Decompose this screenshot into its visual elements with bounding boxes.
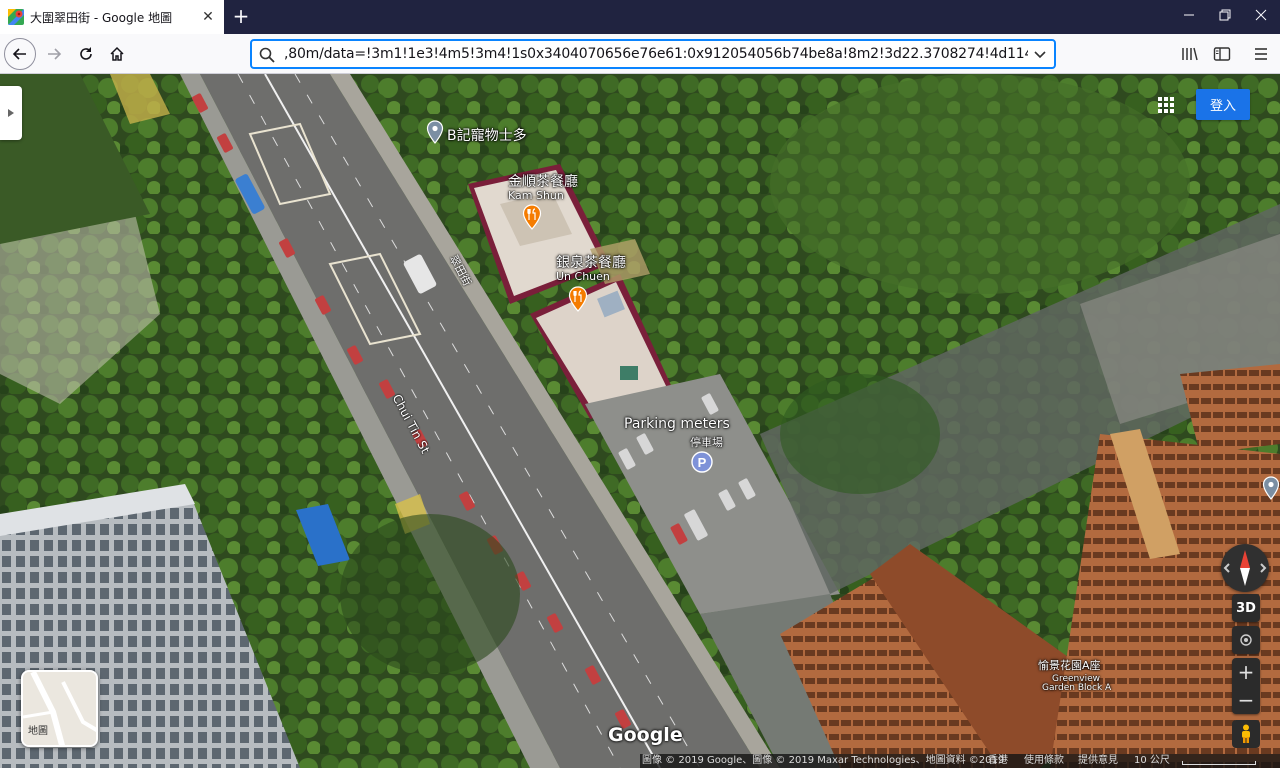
tab-close-icon[interactable]: ✕ xyxy=(200,9,216,25)
poi-label-kam-shun-zh[interactable]: 金順茶餐廳 xyxy=(508,171,578,191)
satellite-map[interactable]: 登入 B記寵物士多 金順茶餐廳 Kam Shun 銀泉茶餐廳 Un Chuen … xyxy=(0,74,1280,768)
zoom-in-button[interactable]: + xyxy=(1232,658,1260,686)
feedback-link[interactable]: 提供意見 xyxy=(1078,754,1118,768)
crosshair-icon xyxy=(1240,634,1252,646)
zoom-out-button[interactable]: − xyxy=(1232,686,1260,714)
forward-button[interactable] xyxy=(38,38,70,70)
reload-button[interactable] xyxy=(70,38,102,70)
restaurant-pin-icon[interactable] xyxy=(568,286,588,312)
close-window-icon[interactable] xyxy=(1238,0,1280,34)
scale-label[interactable]: 10 公尺 xyxy=(1134,754,1170,768)
menu-icon[interactable] xyxy=(1249,42,1273,66)
parking-pin-icon[interactable]: P xyxy=(690,450,714,476)
3d-toggle-button[interactable]: 3D xyxy=(1232,594,1260,622)
apps-grid-icon[interactable] xyxy=(1156,95,1176,115)
restaurant-pin-icon[interactable] xyxy=(522,204,542,230)
poi-label-parking-en[interactable]: Parking meters xyxy=(624,416,730,432)
svg-text:P: P xyxy=(698,455,707,470)
search-icon xyxy=(259,47,275,63)
new-tab-button[interactable]: + xyxy=(230,5,252,27)
map-layer-switcher[interactable]: 地圖 xyxy=(21,670,98,747)
minimap-label: 地圖 xyxy=(28,726,48,737)
sidebar-icon[interactable] xyxy=(1210,42,1234,66)
poi-label-un-chuen-en[interactable]: Un Chuen xyxy=(556,270,610,283)
poi-label-pet-shop[interactable]: B記寵物士多 xyxy=(447,125,527,145)
navigation-toolbar: ,80m/data=!3m1!1e3!4m5!3m4!1s0x340407065… xyxy=(0,34,1280,74)
poi-label-greenview-zh[interactable]: 愉景花園A座 xyxy=(1038,660,1101,671)
scale-bar xyxy=(1182,761,1256,765)
reload-icon xyxy=(80,47,92,60)
side-panel-toggle[interactable] xyxy=(0,86,22,140)
back-button[interactable] xyxy=(4,38,36,70)
home-button[interactable] xyxy=(101,38,133,70)
zoom-controls: + − xyxy=(1232,658,1260,714)
arrow-left-icon xyxy=(12,48,26,60)
google-maps-favicon-icon xyxy=(8,9,24,25)
tab-strip: 大圍翠田街 - Google 地圖 ✕ + xyxy=(0,0,1280,34)
poi-label-parking-zh[interactable]: 停車場 xyxy=(690,434,723,450)
imagery-attribution: 圖像 © 2019 Google、圖像 © 2019 Maxar Technol… xyxy=(642,755,1005,766)
compass-icon xyxy=(1223,550,1267,586)
pegman-icon xyxy=(1242,724,1250,743)
url-text[interactable]: ,80m/data=!3m1!1e3!4m5!3m4!1s0x340407065… xyxy=(284,46,1028,62)
compass-control[interactable] xyxy=(1221,544,1269,592)
location-pin-icon[interactable] xyxy=(1262,476,1280,500)
terms-link[interactable]: 使用條款 xyxy=(1024,754,1064,768)
home-icon xyxy=(110,46,124,61)
location-pin-icon[interactable] xyxy=(426,120,444,144)
chevron-down-icon[interactable] xyxy=(1032,46,1048,62)
library-icon[interactable] xyxy=(1178,42,1202,66)
tab-title: 大圍翠田街 - Google 地圖 xyxy=(30,10,173,25)
region-link[interactable]: 香港 xyxy=(988,754,1008,768)
poi-label-kam-shun-en[interactable]: Kam Shun xyxy=(508,189,564,202)
address-bar[interactable]: ,80m/data=!3m1!1e3!4m5!3m4!1s0x340407065… xyxy=(250,39,1056,69)
chevron-right-icon xyxy=(8,109,14,117)
browser-tab[interactable]: 大圍翠田街 - Google 地圖 ✕ xyxy=(0,0,224,34)
poi-label-greenview-en2[interactable]: Garden Block A xyxy=(1042,683,1111,694)
map-footer: 圖像 © 2019 Google、圖像 © 2019 Maxar Technol… xyxy=(640,754,1280,768)
my-location-button[interactable] xyxy=(1232,626,1260,654)
sign-in-button[interactable]: 登入 xyxy=(1196,89,1250,120)
street-view-pegman[interactable] xyxy=(1232,720,1260,748)
arrow-right-icon xyxy=(48,48,62,60)
poi-label-un-chuen-zh[interactable]: 銀泉茶餐廳 xyxy=(556,252,626,272)
google-logo: Google xyxy=(608,724,683,746)
